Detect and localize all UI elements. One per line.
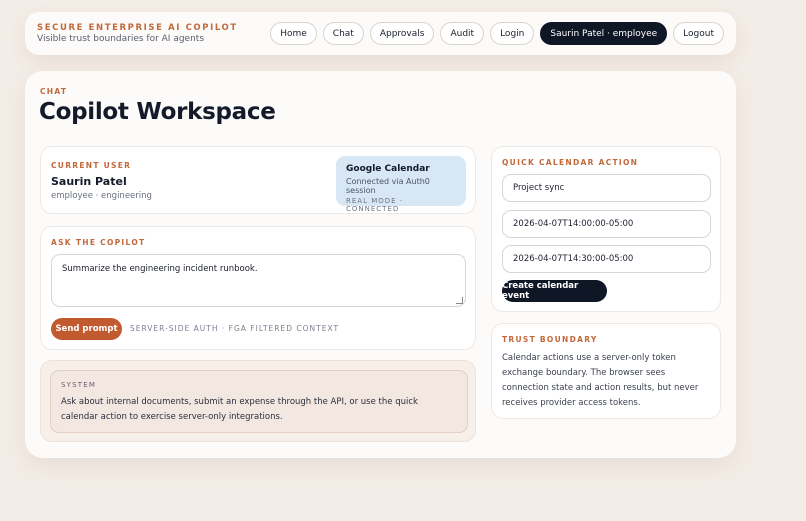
page-eyebrow: CHAT [40,87,68,96]
current-user-card: CURRENT USER Saurin Patel employee · eng… [40,146,476,214]
nav-user-button[interactable]: Saurin Patel · employee [540,22,668,45]
current-user-label: CURRENT USER [51,161,132,170]
google-calendar-connection: Connected via Auth0 session [346,177,430,195]
resize-handle-icon[interactable] [456,297,463,304]
google-calendar-status: Google Calendar Connected via Auth0 sess… [336,156,466,213]
ask-copilot-label: ASK THE COPILOT [51,238,146,247]
nav-home-button[interactable]: Home [270,22,317,45]
send-prompt-button[interactable]: Send prompt [51,318,122,340]
google-calendar-mode: REAL MODE · CONNECTED [346,197,404,213]
brand-subtitle: Visible trust boundaries for AI agents [37,34,205,44]
quick-calendar-card: QUICK CALENDAR ACTION Project sync 2026-… [491,146,721,312]
nav-audit-button[interactable]: Audit [440,22,485,45]
prompt-text: Summarize the engineering incident runbo… [62,264,258,274]
system-message-container: SYSTEM Ask about internal documents, sub… [40,360,476,442]
nav-chat-button[interactable]: Chat [322,22,364,45]
page-title: Copilot Workspace [39,99,276,125]
create-calendar-event-button[interactable]: Create calendar event [502,280,607,302]
workspace-panel: CHAT Copilot Workspace CURRENT USER Saur… [25,71,736,458]
trust-boundary-text: Calendar actions use a server-only token… [502,353,699,408]
nav-approvals-button[interactable]: Approvals [369,22,435,45]
event-start-input[interactable]: 2026-04-07T14:00:00-05:00 [502,210,711,238]
top-navigation-bar: SECURE ENTERPRISE AI COPILOT Visible tru… [25,12,736,55]
prompt-textarea[interactable]: Summarize the engineering incident runbo… [51,254,466,307]
current-user-name: Saurin Patel [51,175,127,188]
system-message: SYSTEM Ask about internal documents, sub… [50,370,468,433]
system-message-label: SYSTEM [61,381,97,389]
auth-context-note: SERVER-SIDE AUTH · FGA FILTERED CONTEXT [130,324,340,333]
event-end-input[interactable]: 2026-04-07T14:30:00-05:00 [502,245,711,273]
quick-calendar-label: QUICK CALENDAR ACTION [502,158,639,167]
brand-title: SECURE ENTERPRISE AI COPILOT [37,23,238,33]
nav-login-button[interactable]: Login [490,22,535,45]
event-title-input[interactable]: Project sync [502,174,711,202]
system-message-text: Ask about internal documents, submit an … [61,397,418,422]
trust-boundary-label: TRUST BOUNDARY [502,335,598,344]
trust-boundary-card: TRUST BOUNDARY Calendar actions use a se… [491,323,721,419]
ask-copilot-card: ASK THE COPILOT Summarize the engineerin… [40,226,476,350]
current-user-role: employee · engineering [51,191,152,201]
google-calendar-title: Google Calendar [346,164,430,174]
nav-logout-button[interactable]: Logout [673,22,724,45]
nav-links: Home Chat Approvals Audit Login Saurin P… [270,22,724,45]
